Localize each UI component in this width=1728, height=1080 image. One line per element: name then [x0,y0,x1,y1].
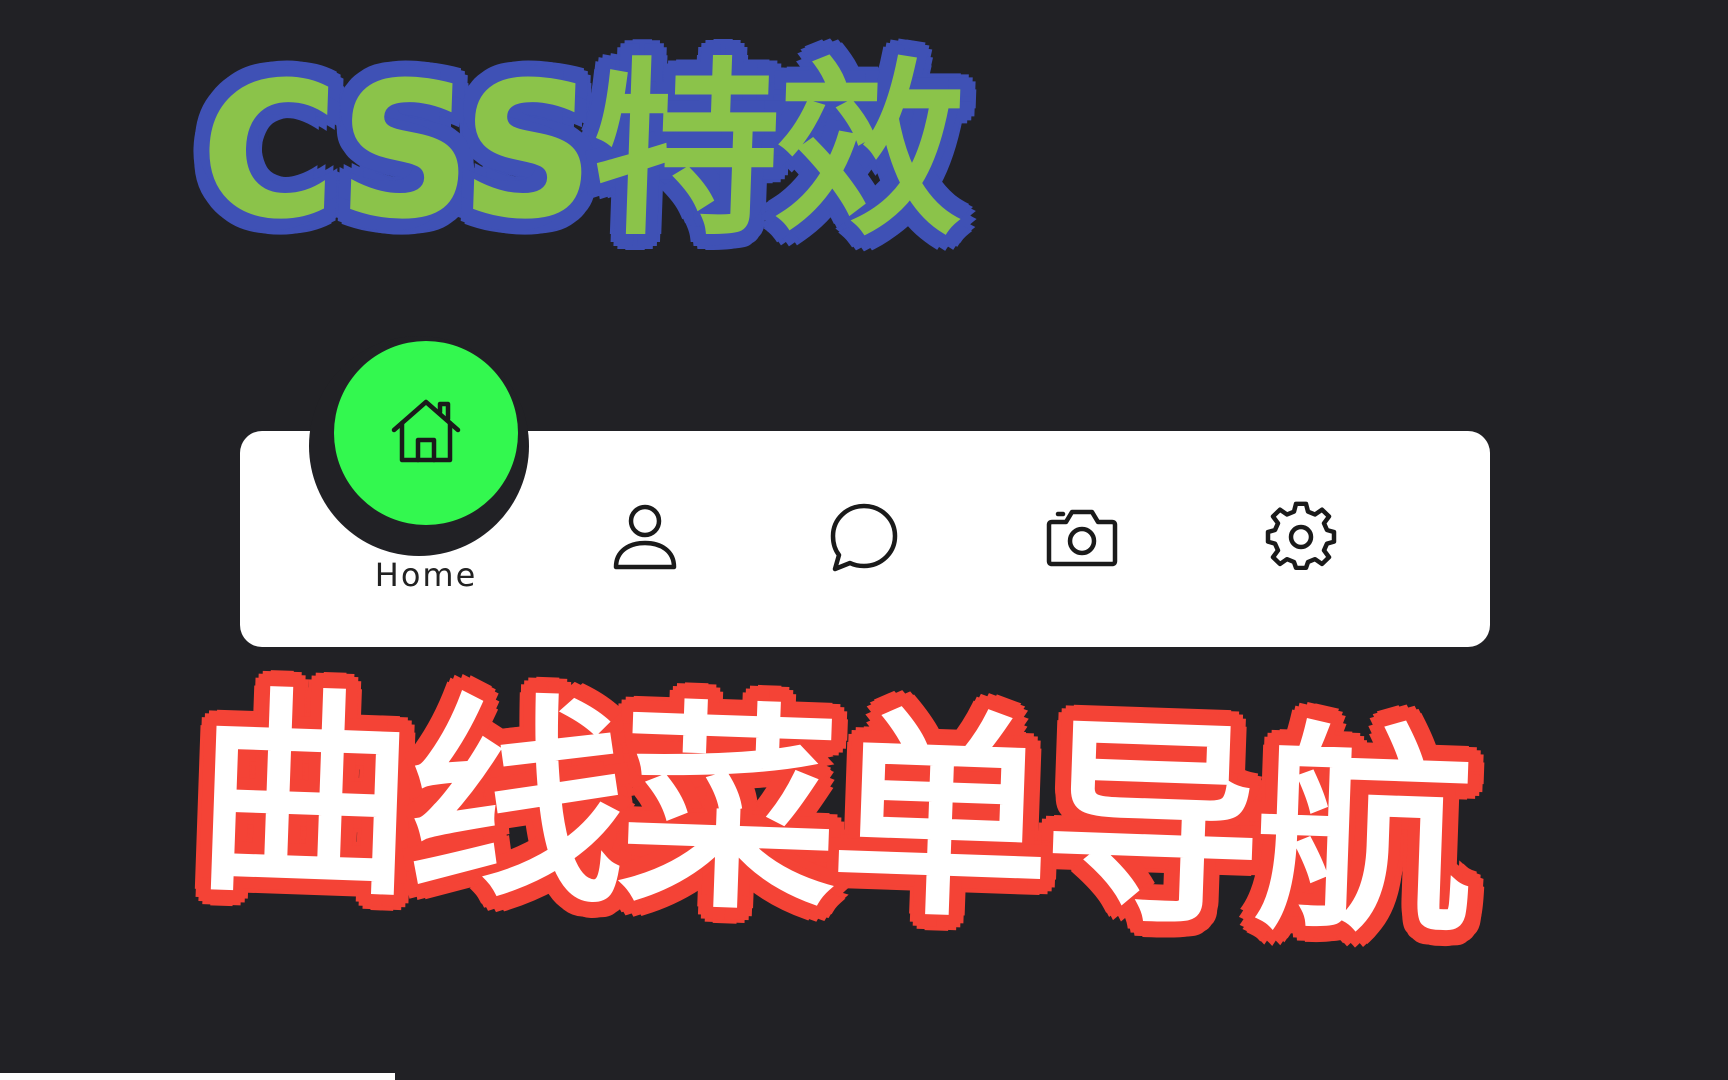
user-icon [611,501,679,573]
camera-icon [1046,506,1118,568]
nav-item-profile[interactable] [545,462,745,612]
message-icon [828,501,900,573]
nav-item-settings[interactable] [1201,462,1401,612]
nav-active-indicator[interactable] [334,341,518,525]
progress-strip [0,1073,395,1080]
title-css-effects: CSS特效 [196,42,964,261]
nav-item-messages[interactable] [764,462,964,612]
title-curved-menu-nav: 曲线菜单导航 [191,667,1472,965]
nav-item-label-home: Home [374,556,478,594]
nav-item-camera[interactable] [982,462,1182,612]
home-icon [388,396,464,470]
gear-icon [1265,501,1337,573]
